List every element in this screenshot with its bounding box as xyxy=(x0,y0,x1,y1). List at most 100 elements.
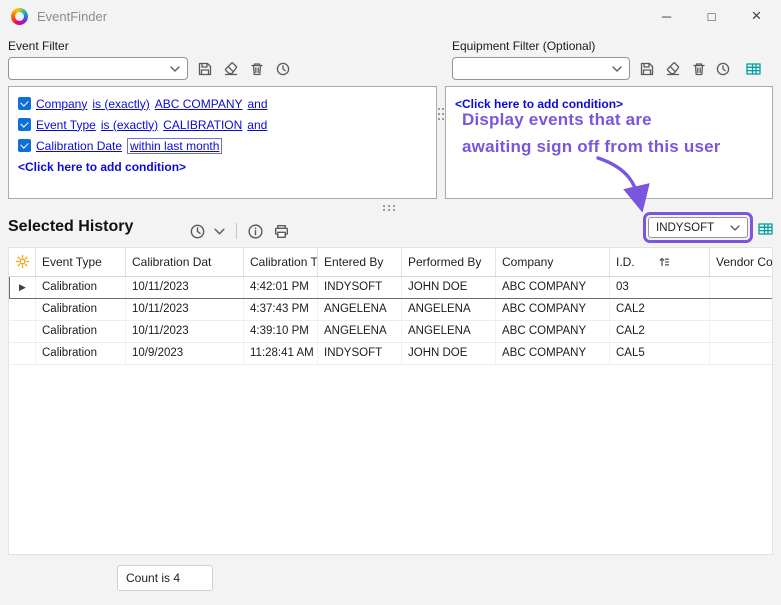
column-header-calibration-date[interactable]: Calibration Dat xyxy=(126,248,244,276)
horizontal-splitter[interactable] xyxy=(383,205,399,213)
table-row[interactable]: ▶Calibration10/11/20234:42:01 PMINDYSOFT… xyxy=(10,276,774,298)
condition-checkbox[interactable] xyxy=(18,118,31,131)
table-cell[interactable]: ANGELENA xyxy=(402,298,496,320)
count-field[interactable]: Count is 4 xyxy=(117,565,213,591)
table-cell[interactable]: CAL2 xyxy=(610,320,710,342)
table-header-row: Event Type Calibration Dat Calibration T… xyxy=(10,248,774,276)
condition-segment-link[interactable]: CALIBRATION xyxy=(163,118,242,132)
equipment-list-button[interactable] xyxy=(740,58,768,80)
clear-event-filter-button[interactable] xyxy=(220,58,242,80)
table-cell[interactable]: 10/11/2023 xyxy=(126,320,244,342)
table-cell[interactable]: ANGELENA xyxy=(402,320,496,342)
column-header-entered-by[interactable]: Entered By xyxy=(318,248,402,276)
table-cell[interactable]: 4:37:43 PM xyxy=(244,298,318,320)
column-header-id[interactable]: I.D. xyxy=(610,248,710,276)
save-event-filter-button[interactable] xyxy=(194,58,216,80)
table-cell[interactable]: Calibration xyxy=(36,276,126,298)
table-cell[interactable]: 10/9/2023 xyxy=(126,342,244,364)
table-cell[interactable]: 4:42:01 PM xyxy=(244,276,318,298)
condition-segment-link[interactable]: Company xyxy=(36,97,87,111)
condition-segment-link[interactable]: Event Type xyxy=(36,118,96,132)
table-cell[interactable]: JOHN DOE xyxy=(402,342,496,364)
clock-icon xyxy=(715,61,731,77)
history-time-button[interactable] xyxy=(186,220,208,242)
user-grid-icon xyxy=(757,221,775,237)
event-filter-history-button[interactable] xyxy=(272,58,294,80)
table-cell[interactable]: 10/11/2023 xyxy=(126,276,244,298)
table-cell[interactable]: CAL2 xyxy=(610,298,710,320)
user-list-button[interactable] xyxy=(754,218,778,240)
close-button[interactable]: × xyxy=(734,0,779,32)
history-table: Event Type Calibration Dat Calibration T… xyxy=(9,248,773,365)
condition-list: Companyis (exactly)ABC COMPANYandEvent T… xyxy=(18,93,427,156)
table-cell[interactable]: Calibration xyxy=(36,342,126,364)
annotation-text-line2: awaiting sign off from this user xyxy=(462,137,721,157)
table-row[interactable]: Calibration10/9/202311:28:41 AMINDYSOFTJ… xyxy=(10,342,774,364)
eraser-icon xyxy=(223,61,239,77)
delete-equipment-filter-button[interactable] xyxy=(688,58,710,80)
event-conditions-panel: Companyis (exactly)ABC COMPANYandEvent T… xyxy=(8,86,437,199)
equipment-grid-icon xyxy=(745,61,763,77)
condition-checkbox[interactable] xyxy=(18,139,31,152)
condition-checkbox[interactable] xyxy=(18,97,31,110)
condition-segment-link[interactable]: Calibration Date xyxy=(36,139,122,153)
condition-segment-link[interactable]: and xyxy=(248,97,268,111)
chevron-down-icon xyxy=(612,66,622,72)
equipment-filter-history-button[interactable] xyxy=(712,58,734,80)
title-bar: EventFinder ─ □ × xyxy=(0,0,781,32)
table-cell[interactable]: ABC COMPANY xyxy=(496,276,610,298)
table-cell[interactable]: ABC COMPANY xyxy=(496,298,610,320)
table-cell[interactable]: CAL5 xyxy=(610,342,710,364)
chevron-down-icon xyxy=(170,66,180,72)
table-cell[interactable]: ABC COMPANY xyxy=(496,342,610,364)
event-filter-combobox[interactable] xyxy=(8,57,188,80)
chevron-down-icon xyxy=(214,228,225,235)
column-header-calibration-time[interactable]: Calibration Ti xyxy=(244,248,318,276)
sort-ascending-icon xyxy=(658,256,670,268)
table-cell[interactable] xyxy=(710,276,774,298)
minimize-button[interactable]: ─ xyxy=(644,0,689,32)
settings-column-header[interactable] xyxy=(10,248,36,276)
info-button[interactable] xyxy=(244,220,266,242)
add-condition-link[interactable]: <Click here to add condition> xyxy=(18,156,186,177)
history-expand-button[interactable] xyxy=(210,220,228,242)
clear-equipment-filter-button[interactable] xyxy=(662,58,684,80)
row-indicator: ▶ xyxy=(10,276,36,298)
condition-segment-link[interactable]: within last month xyxy=(127,138,222,154)
save-equipment-filter-button[interactable] xyxy=(636,58,658,80)
column-header-event-type[interactable]: Event Type xyxy=(36,248,126,276)
table-cell[interactable]: INDYSOFT xyxy=(318,342,402,364)
condition-segment-link[interactable]: is (exactly) xyxy=(101,118,158,132)
table-cell[interactable]: ABC COMPANY xyxy=(496,320,610,342)
column-header-vendor[interactable]: Vendor Co xyxy=(710,248,774,276)
condition-segment-link[interactable]: ABC COMPANY xyxy=(155,97,243,111)
table-row[interactable]: Calibration10/11/20234:39:10 PMANGELENAA… xyxy=(10,320,774,342)
table-cell[interactable]: ANGELENA xyxy=(318,298,402,320)
column-header-company[interactable]: Company xyxy=(496,248,610,276)
save-icon xyxy=(197,61,213,77)
user-filter-combobox[interactable]: INDYSOFT xyxy=(648,217,748,238)
condition-row: Event Type is (exactly) CALIBRATION and xyxy=(18,114,427,135)
table-cell[interactable] xyxy=(710,342,774,364)
table-cell[interactable]: 4:39:10 PM xyxy=(244,320,318,342)
print-button[interactable] xyxy=(270,220,292,242)
table-cell[interactable] xyxy=(710,298,774,320)
condition-segment-link[interactable]: is (exactly) xyxy=(92,97,149,111)
table-cell[interactable] xyxy=(710,320,774,342)
table-cell[interactable]: JOHN DOE xyxy=(402,276,496,298)
equipment-filter-combobox[interactable] xyxy=(452,57,630,80)
table-cell[interactable]: ANGELENA xyxy=(318,320,402,342)
history-table-container: Event Type Calibration Dat Calibration T… xyxy=(8,247,773,555)
table-cell[interactable]: INDYSOFT xyxy=(318,276,402,298)
table-cell[interactable]: 10/11/2023 xyxy=(126,298,244,320)
table-cell[interactable]: 11:28:41 AM xyxy=(244,342,318,364)
table-row[interactable]: Calibration10/11/20234:37:43 PMANGELENAA… xyxy=(10,298,774,320)
condition-segment-link[interactable]: and xyxy=(247,118,267,132)
maximize-button[interactable]: □ xyxy=(689,0,734,32)
table-cell[interactable]: Calibration xyxy=(36,320,126,342)
column-header-label: I.D. xyxy=(616,255,635,269)
delete-event-filter-button[interactable] xyxy=(246,58,268,80)
table-cell[interactable]: 03 xyxy=(610,276,710,298)
table-cell[interactable]: Calibration xyxy=(36,298,126,320)
column-header-performed-by[interactable]: Performed By xyxy=(402,248,496,276)
